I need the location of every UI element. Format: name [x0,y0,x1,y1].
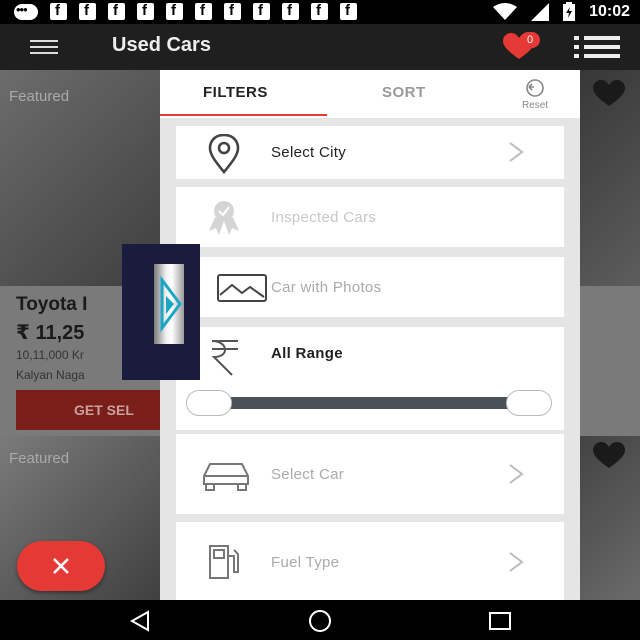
car-title: Toyota I [16,294,88,315]
wifi-icon [493,2,518,20]
facebook-icon [340,2,357,20]
app-bar: Used Cars 0 [0,24,640,70]
reset-label: Reset [521,100,549,111]
signal-icon [531,2,550,21]
slider-min-handle[interactable] [186,390,232,416]
system-status: 10:02 [493,2,630,21]
car-location: Kalyan Naga [16,368,85,382]
active-tab-indicator [160,114,327,116]
tab-sort[interactable]: SORT [382,84,426,101]
battery-icon [563,2,576,21]
inspected-cars-label: Inspected Cars [271,209,377,226]
back-icon[interactable] [128,609,152,633]
featured-badge: Featured [9,88,70,105]
close-icon [53,558,69,574]
facebook-icon [166,2,183,20]
chevron-right-icon [509,142,524,162]
filter-car-with-photos[interactable]: Car with Photos [176,257,564,317]
drawer-handle[interactable] [122,244,200,380]
messenger-icon [14,2,38,20]
close-filters-button[interactable] [17,541,105,591]
arrow-icon [160,275,182,333]
facebook-icon [79,2,96,20]
fuel-type-label: Fuel Type [271,554,340,571]
list-view-icon[interactable] [574,36,620,58]
certified-badge-icon [209,201,239,235]
facebook-icon [195,2,212,20]
facebook-icon [311,2,328,20]
rupee-icon [211,340,238,376]
facebook-icon [50,2,67,20]
filter-fuel-type[interactable]: Fuel Type [176,522,564,600]
clock: 10:02 [589,2,630,20]
featured-badge: Featured [9,450,70,467]
facebook-icon [108,2,125,20]
favorites-count-badge: 0 [520,32,540,48]
facebook-icon [282,2,299,20]
price-range-slider[interactable] [208,397,534,409]
location-pin-icon [208,134,240,174]
home-icon[interactable] [306,609,334,633]
reset-button[interactable]: Reset [512,78,558,114]
shortlist-heart-icon[interactable] [592,442,626,470]
status-bar: 10:02 [0,0,640,24]
page-title: Used Cars [112,34,211,56]
slider-max-handle[interactable] [506,390,552,416]
facebook-icon [253,2,270,20]
recent-apps-icon[interactable] [488,609,512,633]
chevron-right-icon [509,464,524,484]
facebook-icon [224,2,241,20]
facebook-icon [137,2,154,20]
filter-select-car[interactable]: Select Car [176,434,564,514]
reset-icon [526,79,544,97]
fuel-pump-icon [209,545,239,579]
photo-icon [217,274,267,302]
navigation-bar [0,600,640,640]
get-seller-button[interactable]: GET SEL [16,390,160,430]
select-city-label: Select City [271,144,346,161]
filter-panel: FILTERS SORT Reset Select City Inspected… [160,70,580,600]
price-range-label: All Range [271,345,343,362]
shortlist-heart-icon[interactable] [592,80,626,108]
filter-inspected-cars[interactable]: Inspected Cars [176,187,564,247]
filter-tabs: FILTERS SORT Reset [160,70,580,118]
car-kilometers: 10,11,000 Kr [16,348,84,362]
chevron-right-icon [509,552,524,572]
car-with-photos-label: Car with Photos [271,279,382,296]
car-price: ₹ 11,25 [16,322,85,344]
filter-select-city[interactable]: Select City [176,126,564,179]
car-icon [203,463,249,491]
hamburger-menu-icon[interactable] [30,40,58,54]
filter-price-range: All Range [176,327,564,430]
tab-filters[interactable]: FILTERS [203,84,268,101]
notification-icons [14,2,357,20]
select-car-label: Select Car [271,466,345,483]
